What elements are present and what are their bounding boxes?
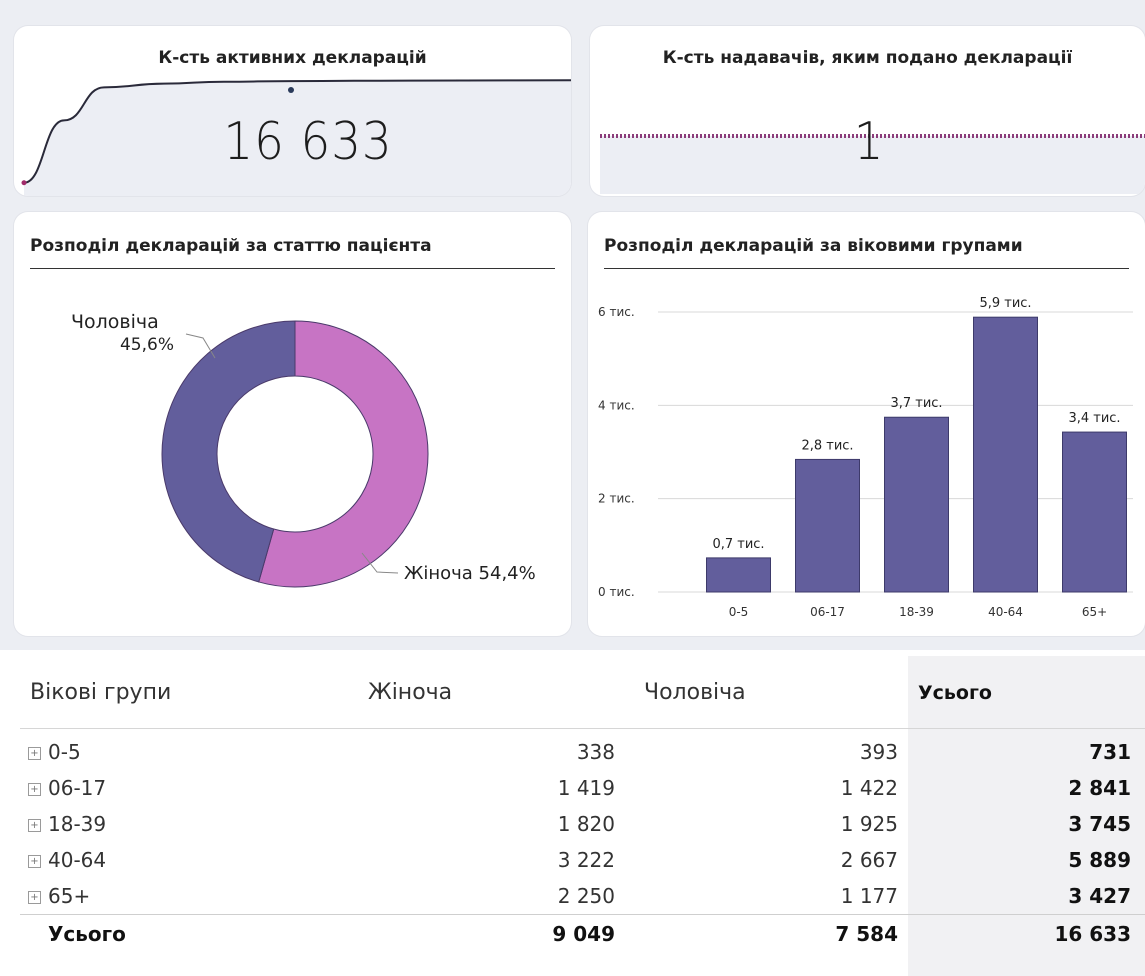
male-pct-label: 45,6%	[120, 335, 174, 355]
bar[interactable]	[884, 416, 949, 593]
y-tick-label: 6 тис.	[598, 305, 635, 319]
bar-data-label: 0,7 тис.	[712, 537, 764, 552]
row-female: 3 222	[557, 848, 615, 872]
header-divider	[20, 728, 1145, 729]
total-label: Усього	[48, 922, 126, 946]
row-male: 393	[859, 740, 898, 764]
age-panel: Розподіл декларацій за віковими групами …	[588, 212, 1145, 636]
bar-data-label: 3,4 тис.	[1068, 411, 1120, 426]
row-male: 1 422	[840, 776, 898, 800]
bar-data-label: 2,8 тис.	[801, 438, 853, 453]
row-female: 1 820	[557, 812, 615, 836]
row-group: 0-5	[48, 740, 81, 764]
expand-icon[interactable]: +	[28, 891, 41, 904]
x-tick-label: 40-64	[988, 605, 1023, 619]
kpi-active-declarations-card: К-сть активних декларацій 16 633	[14, 26, 571, 196]
row-group: 06-17	[48, 776, 107, 800]
y-tick-label: 4 тис.	[598, 398, 635, 412]
bar[interactable]	[1062, 431, 1127, 593]
row-group: 40-64	[48, 848, 107, 872]
row-female: 2 250	[557, 884, 615, 908]
row-female: 338	[576, 740, 615, 764]
female-label: Жіноча 54,4%	[404, 563, 536, 584]
row-total: 2 841	[1068, 776, 1131, 800]
row-male: 2 667	[840, 848, 898, 872]
total-divider	[20, 914, 1145, 915]
table-row: +06-17 1 419 1 422 2 841	[20, 770, 1145, 806]
kpi-providers-card: К-сть надавачів, яким подано декларації …	[590, 26, 1145, 196]
table-row: +65+ 2 250 1 177 3 427	[20, 878, 1145, 914]
gender-panel: Розподіл декларацій за статтю пацієнта Ч…	[14, 212, 571, 636]
total-male: 7 584	[835, 922, 898, 946]
bar[interactable]	[706, 557, 771, 593]
y-tick-label: 0 тис.	[598, 585, 635, 599]
header-male[interactable]: Чоловіча	[644, 680, 746, 705]
header-female[interactable]: Жіноча	[368, 680, 452, 705]
x-tick-label: 65+	[1082, 605, 1107, 619]
header-age-groups[interactable]: Вікові групи	[30, 680, 171, 705]
row-female: 1 419	[557, 776, 615, 800]
x-tick-label: 06-17	[810, 605, 845, 619]
row-total: 3 745	[1068, 812, 1131, 836]
bar[interactable]	[795, 458, 860, 593]
row-total: 3 427	[1068, 884, 1131, 908]
y-tick-label: 2 тис.	[598, 492, 635, 506]
male-label: Чоловіча	[71, 311, 159, 333]
header-total[interactable]: Усього	[918, 682, 992, 704]
row-total: 731	[1089, 740, 1131, 764]
total-female: 9 049	[552, 922, 615, 946]
kpi-active-declarations-value: 16 633	[223, 112, 393, 172]
bar-data-label: 3,7 тис.	[890, 396, 942, 411]
kpi-sparkline-marker	[288, 87, 294, 93]
row-male: 1 177	[840, 884, 898, 908]
bar-data-label: 5,9 тис.	[979, 296, 1031, 311]
table-row: +18-39 1 820 1 925 3 745	[20, 806, 1145, 842]
gender-donut-chart: Чоловіча 45,6% Жіноча 54,4%	[71, 311, 536, 588]
table-row: +40-64 3 222 2 667 5 889	[20, 842, 1145, 878]
x-tick-label: 0-5	[729, 605, 749, 619]
row-group: 18-39	[48, 812, 107, 836]
age-bar-chart: 0 тис. 2 тис. 4 тис. 6 тис. 0,7 тис. 0-5 2,8 т…	[598, 296, 1133, 619]
table-total-row: Усього 9 049 7 584 16 633	[20, 916, 1145, 952]
x-tick-label: 18-39	[899, 605, 934, 619]
expand-icon[interactable]: +	[28, 819, 41, 832]
row-group: 65+	[48, 884, 91, 908]
table-row: +0-5 338 393 731	[20, 734, 1145, 770]
expand-icon[interactable]: +	[28, 783, 41, 796]
kpi-providers-value: 1	[853, 112, 885, 172]
row-male: 1 925	[840, 812, 898, 836]
expand-icon[interactable]: +	[28, 747, 41, 760]
total-all: 16 633	[1054, 922, 1131, 946]
row-total: 5 889	[1068, 848, 1131, 872]
bar[interactable]	[973, 316, 1038, 593]
expand-icon[interactable]: +	[28, 855, 41, 868]
